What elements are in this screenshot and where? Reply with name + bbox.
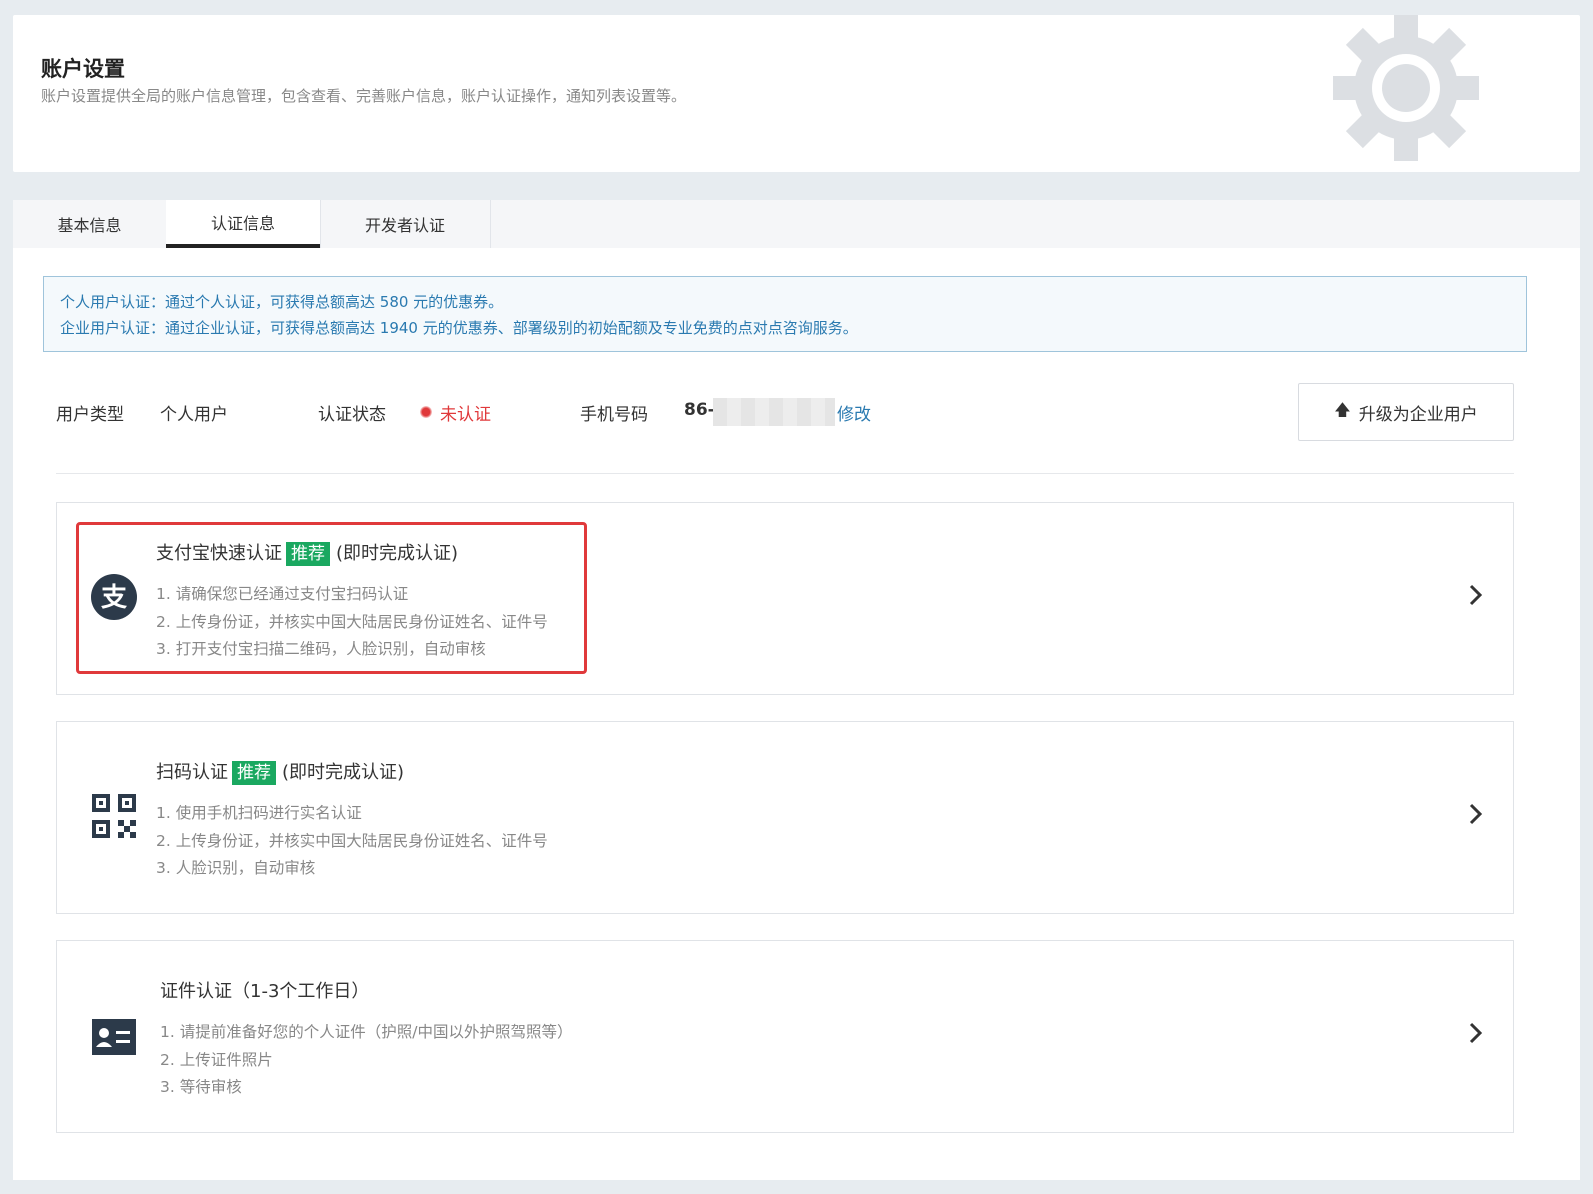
step-item: 1. 使用手机扫码进行实名认证 xyxy=(156,804,362,822)
tab-bar: 基本信息 认证信息 开发者认证 xyxy=(13,200,1580,248)
alipay-icon: 支 xyxy=(91,574,137,620)
tab-divider xyxy=(490,200,491,248)
tab-developer-auth[interactable]: 开发者认证 xyxy=(320,200,490,248)
promo-notice: 个人用户认证：通过个人认证，可获得总额高达 580 元的优惠券。 企业用户认证：… xyxy=(43,276,1527,352)
method-steps: 1. 请提前准备好您的个人证件（护照/中国以外护照驾照等） 2. 上传证件照片 … xyxy=(160,1019,572,1102)
status-dot-icon xyxy=(420,406,432,418)
chevron-right-icon[interactable] xyxy=(1465,1021,1485,1045)
recommend-badge: 推荐 xyxy=(232,761,276,785)
notice-personal: 个人用户认证：通过个人认证，可获得总额高达 580 元的优惠券。 xyxy=(60,293,504,311)
alipay-auth-card[interactable]: 支 支付宝快速认证 推荐 (即时完成认证) 1. 请确保您已经通过支付宝扫码认证 2… xyxy=(56,502,1514,695)
qrcode-icon xyxy=(92,794,136,838)
user-type-label: 用户类型 xyxy=(56,405,124,425)
auth-panel: 基本信息 认证信息 开发者认证 个人用户认证：通过个人认证，可获得总额高达 58… xyxy=(13,200,1580,1180)
status-label: 认证状态 xyxy=(318,405,386,425)
notice-enterprise: 企业用户认证：通过企业认证，可获得总额高达 1940 元的优惠券、部署级别的初始… xyxy=(60,319,858,337)
method-name: 证件认证（1-3个工作日） xyxy=(160,981,370,1002)
step-item: 2. 上传身份证，并核实中国大陆居民身份证姓名、证件号 xyxy=(156,831,548,850)
page-description: 账户设置提供全局的账户信息管理，包含查看、完善账户信息，账户认证操作，通知列表设… xyxy=(41,87,687,105)
step-item: 2. 上传身份证，并核实中国大陆居民身份证姓名、证件号 xyxy=(156,612,548,631)
method-suffix: (即时完成认证) xyxy=(282,762,405,783)
method-name: 支付宝快速认证 xyxy=(156,543,282,564)
method-title: 扫码认证 推荐 (即时完成认证) xyxy=(156,758,404,785)
qrcode-auth-card[interactable]: 扫码认证 推荐 (即时完成认证) 1. 使用手机扫码进行实名认证 2. 上传身份证，… xyxy=(56,721,1514,914)
method-name: 扫码认证 xyxy=(156,762,228,783)
step-item: 2. 上传证件照片 xyxy=(160,1050,273,1069)
tab-basic-info[interactable]: 基本信息 xyxy=(13,200,166,248)
tab-auth-info[interactable]: 认证信息 xyxy=(166,200,320,248)
step-item: 3. 等待审核 xyxy=(160,1078,242,1096)
page-header: 账户设置 账户设置提供全局的账户信息管理，包含查看、完善账户信息，账户认证操作，… xyxy=(13,15,1580,172)
chevron-right-icon[interactable] xyxy=(1465,583,1485,607)
method-title: 支付宝快速认证 推荐 (即时完成认证) xyxy=(156,539,458,566)
phone-number-masked xyxy=(713,398,835,426)
id-card-icon xyxy=(92,1019,136,1055)
upload-arrow-icon: 🡅 xyxy=(1334,399,1351,419)
user-type-value: 个人用户 xyxy=(160,405,228,425)
page-title: 账户设置 xyxy=(41,57,125,81)
svg-text:支: 支 xyxy=(101,583,127,613)
method-suffix: (即时完成认证) xyxy=(336,543,459,564)
edit-phone-link[interactable]: 修改 xyxy=(837,400,871,425)
method-steps: 1. 请确保您已经通过支付宝扫码认证 2. 上传身份证，并核实中国大陆居民身份证… xyxy=(156,581,548,664)
status-value: 未认证 xyxy=(440,405,491,425)
phone-label: 手机号码 xyxy=(580,405,648,425)
step-item: 3. 打开支付宝扫描二维码，人脸识别，自动审核 xyxy=(156,640,486,658)
step-item: 1. 请确保您已经通过支付宝扫码认证 xyxy=(156,585,409,603)
account-info-row: 用户类型 个人用户 认证状态 未认证 手机号码 86- 修改 xyxy=(56,390,1516,434)
gear-icon xyxy=(1333,15,1479,161)
id-document-auth-card[interactable]: 证件认证（1-3个工作日） 1. 请提前准备好您的个人证件（护照/中国以外护照驾… xyxy=(56,940,1514,1133)
divider xyxy=(56,473,1514,474)
upgrade-button-label: 升级为企业用户 xyxy=(1358,404,1478,425)
step-item: 3. 人脸识别，自动审核 xyxy=(156,859,316,877)
step-item: 1. 请提前准备好您的个人证件（护照/中国以外护照驾照等） xyxy=(160,1023,573,1041)
phone-prefix: 86- xyxy=(684,400,715,420)
recommend-badge: 推荐 xyxy=(286,542,330,566)
method-title: 证件认证（1-3个工作日） xyxy=(160,977,369,1003)
chevron-right-icon[interactable] xyxy=(1465,802,1485,826)
method-steps: 1. 使用手机扫码进行实名认证 2. 上传身份证，并核实中国大陆居民身份证姓名、… xyxy=(156,800,548,883)
upgrade-enterprise-button[interactable]: 🡅 升级为企业用户 xyxy=(1298,383,1514,441)
